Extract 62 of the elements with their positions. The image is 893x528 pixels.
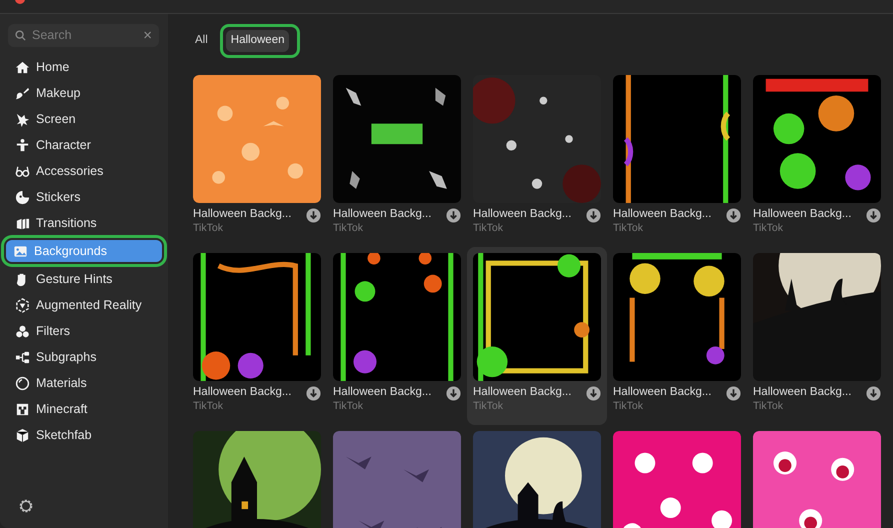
search-icon [15, 30, 26, 41]
card-source: TikTok [193, 221, 224, 236]
nodes-icon [15, 350, 30, 364]
sticker-icon [15, 190, 30, 204]
person-icon [15, 138, 30, 152]
card-title[interactable]: Halloween Backg... [333, 207, 446, 221]
home-icon [15, 60, 30, 74]
cube-icon [15, 428, 30, 442]
card-source: TikTok [473, 221, 504, 236]
card-source: TikTok [473, 399, 504, 414]
download-icon[interactable] [446, 208, 461, 223]
settings-icon[interactable] [18, 498, 34, 514]
circles-icon [15, 324, 30, 338]
filter-chip[interactable]: All [190, 30, 213, 52]
image-icon [13, 244, 28, 258]
sidebar-item[interactable]: Filters [8, 320, 160, 342]
card-title[interactable]: Halloween Backg... [473, 385, 586, 399]
sidebar-item[interactable]: Screen [8, 108, 160, 130]
card-source: TikTok [193, 399, 224, 414]
download-icon[interactable] [586, 208, 601, 223]
block-face-icon [15, 402, 30, 416]
download-icon[interactable] [306, 386, 321, 401]
clear-button[interactable]: × [143, 28, 152, 43]
sidebar-item[interactable]: Home [8, 56, 160, 78]
card-title[interactable]: Halloween Backg... [333, 385, 446, 399]
download-icon[interactable] [726, 386, 741, 401]
sidebar-item[interactable]: Gesture Hints [8, 268, 160, 290]
download-icon[interactable] [306, 208, 321, 223]
card-title[interactable]: Halloween Backg... [753, 207, 866, 221]
filter-chip[interactable]: Halloween [226, 30, 290, 52]
download-icon[interactable] [866, 386, 881, 401]
sidebar-item[interactable]: Makeup [8, 82, 160, 104]
card-source: TikTok [613, 399, 644, 414]
download-icon[interactable] [726, 208, 741, 223]
sidebar-item[interactable]: Augmented Reality [8, 294, 160, 316]
card-source: TikTok [333, 399, 364, 414]
download-icon[interactable] [446, 386, 461, 401]
card-source: TikTok [753, 399, 784, 414]
sidebar-item[interactable]: Subgraphs [8, 346, 160, 368]
brush-icon [15, 86, 30, 100]
download-icon[interactable] [586, 386, 601, 401]
glasses-icon [15, 164, 30, 178]
download-icon[interactable] [866, 208, 881, 223]
card-title[interactable]: Halloween Backg... [193, 207, 306, 221]
sidebar-item[interactable]: Character [8, 134, 160, 156]
card-title[interactable]: Halloween Backg... [613, 207, 726, 221]
sidebar-item[interactable]: Accessories [8, 160, 160, 182]
sidebar-item[interactable]: Minecraft [8, 398, 160, 420]
card-title[interactable]: Halloween Backg... [613, 385, 726, 399]
card-source: TikTok [753, 221, 784, 236]
search-field[interactable]: Search × [8, 24, 159, 47]
sparkle-icon [15, 112, 30, 126]
card-title[interactable]: Halloween Backg... [193, 385, 306, 399]
card-source: TikTok [333, 221, 364, 236]
sidebar-item[interactable]: Transitions [8, 212, 160, 234]
card-title[interactable]: Halloween Backg... [473, 207, 586, 221]
sidebar-item[interactable]: Sketchfab [8, 424, 160, 446]
sidebar-item[interactable]: Stickers [8, 186, 160, 208]
sidebar-item[interactable]: Materials [8, 372, 160, 394]
card-source: TikTok [613, 221, 644, 236]
card-title[interactable]: Halloween Backg... [753, 385, 866, 399]
circle-icon [15, 376, 30, 390]
